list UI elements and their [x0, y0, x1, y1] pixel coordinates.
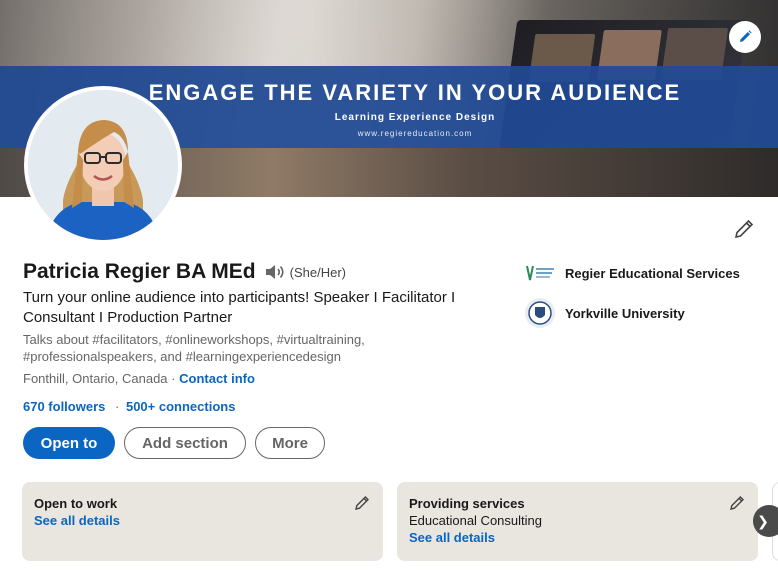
location-separator: · — [171, 371, 176, 386]
person-photo-icon — [28, 90, 178, 240]
profile-headline: Turn your online audience into participa… — [23, 289, 456, 326]
chevron-right-icon: ❯ — [757, 512, 769, 529]
card-subtitle: Educational Consulting — [409, 513, 542, 528]
carousel-next-button[interactable]: ❯ — [753, 505, 778, 537]
open-to-work-card[interactable]: Open to work See all details — [22, 482, 383, 561]
followers-link[interactable]: 670 followers — [23, 399, 105, 414]
more-button[interactable]: More — [255, 427, 325, 459]
add-section-button[interactable]: Add section — [124, 427, 246, 459]
pencil-icon[interactable] — [353, 494, 371, 512]
see-all-details-link[interactable]: See all details — [409, 530, 746, 545]
regier-logo-icon — [524, 262, 558, 284]
org-regier-educational[interactable]: Regier Educational Services — [524, 262, 740, 284]
org-name: Yorkville University — [565, 305, 685, 321]
org-name: Regier Educational Services — [565, 265, 740, 281]
name-row: Patricia Regier BA MEd (She/Her) — [23, 260, 346, 284]
talks-about: Talks about #facilitators, #onlineworksh… — [23, 332, 365, 364]
org-yorkville-university[interactable]: Yorkville University — [524, 297, 685, 329]
card-title: Providing services — [409, 496, 525, 511]
contact-info-link[interactable]: Contact info — [179, 371, 255, 386]
location: Fonthill, Ontario, Canada — [23, 371, 168, 386]
profile-photo[interactable] — [24, 86, 182, 244]
pencil-icon — [740, 30, 752, 42]
network-stats: 670 followers · 500+ connections — [23, 399, 235, 414]
profile-actions: Open to Add section More — [23, 427, 334, 459]
connections-link[interactable]: 500+ connections — [126, 399, 235, 414]
location-row: Fonthill, Ontario, Canada · Contact info — [23, 371, 255, 386]
pronouns: (She/Her) — [289, 264, 346, 280]
open-to-button[interactable]: Open to — [23, 427, 115, 459]
pencil-icon[interactable] — [728, 494, 746, 512]
stats-separator: · — [115, 399, 120, 414]
speaker-icon[interactable] — [264, 263, 286, 281]
see-all-details-link[interactable]: See all details — [34, 513, 371, 528]
card-title: Open to work — [34, 496, 118, 511]
edit-intro-button[interactable] — [732, 217, 756, 241]
edit-cover-button[interactable] — [729, 21, 761, 53]
profile-name: Patricia Regier BA MEd — [23, 260, 256, 283]
pencil-icon — [734, 219, 754, 239]
providing-services-card[interactable]: Providing services Educational Consultin… — [397, 482, 758, 561]
yorkville-crest-icon — [524, 297, 558, 329]
